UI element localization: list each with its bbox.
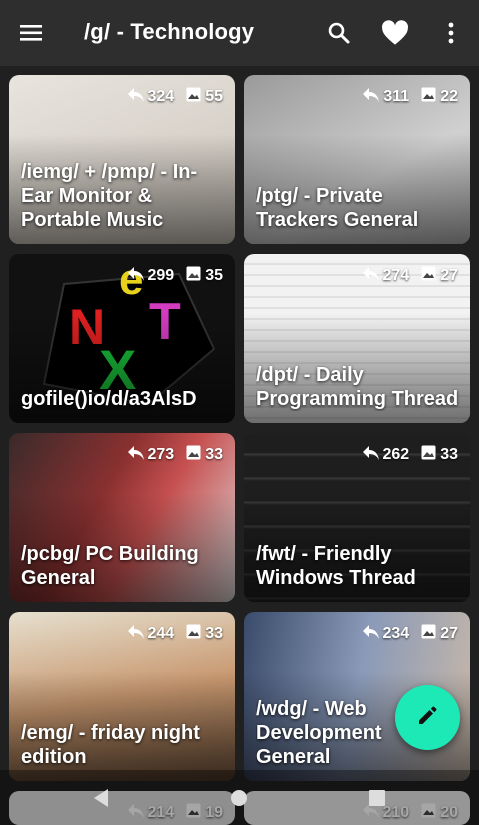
- reply-icon: [362, 445, 379, 465]
- image-count: 27: [440, 267, 458, 284]
- thread-title: /pcbg/ PC Building General: [21, 543, 199, 589]
- reply-icon: [127, 266, 144, 286]
- home-icon[interactable]: [230, 789, 248, 812]
- thread-stats: 273 33: [127, 445, 223, 465]
- menu-icon[interactable]: [20, 22, 44, 44]
- thread-title: /fwt/ - Friendly Windows Thread: [256, 543, 416, 589]
- image-count: 33: [205, 625, 223, 642]
- new-thread-button[interactable]: [395, 685, 460, 750]
- reply-count: 234: [382, 625, 410, 642]
- reply-icon: [127, 445, 144, 465]
- app-bar: /g/ - Technology: [0, 0, 479, 66]
- reply-icon: [362, 624, 379, 644]
- reply-count: 311: [383, 88, 410, 105]
- thread-stats: 274 27: [362, 266, 458, 286]
- image-count: 27: [440, 625, 458, 642]
- reply-icon: [127, 87, 144, 107]
- system-nav-bar: [0, 770, 479, 825]
- thread-title: gofile()io/d/a3AlsD: [21, 388, 197, 410]
- image-icon: [421, 87, 436, 107]
- thread-card[interactable]: 274 27 /dpt/ - Daily Programming Thread: [244, 254, 470, 423]
- image-icon: [421, 624, 436, 644]
- image-icon: [421, 445, 436, 465]
- search-icon[interactable]: [325, 19, 353, 47]
- thread-stats: 244 33: [127, 624, 223, 644]
- reply-count: 273: [147, 446, 175, 463]
- reply-count: 262: [382, 446, 410, 463]
- image-count: 35: [205, 267, 223, 284]
- image-icon: [186, 266, 201, 286]
- thread-title: /ptg/ - Private Trackers General: [256, 185, 419, 231]
- thread-card[interactable]: 324 55 /iemg/ + /pmp/ - In-Ear Monitor &…: [9, 75, 235, 244]
- thread-card[interactable]: 311 22 /ptg/ - Private Trackers General: [244, 75, 470, 244]
- thread-stats: 324 55: [127, 87, 223, 107]
- image-count: 33: [205, 446, 223, 463]
- thread-stats: 311 22: [363, 87, 458, 107]
- thread-card[interactable]: 244 33 /emg/ - friday night edition: [9, 612, 235, 781]
- recents-icon[interactable]: [368, 789, 386, 812]
- image-count: 33: [440, 446, 458, 463]
- thread-title: /dpt/ - Daily Programming Thread: [256, 364, 459, 410]
- thread-stats: 262 33: [362, 445, 458, 465]
- thread-card[interactable]: 262 33 /fwt/ - Friendly Windows Thread: [244, 433, 470, 602]
- more-vert-icon[interactable]: [437, 19, 465, 47]
- reply-count: 274: [382, 267, 410, 284]
- reply-count: 324: [147, 88, 175, 105]
- image-count: 55: [205, 88, 223, 105]
- image-icon: [186, 624, 201, 644]
- thread-title: /emg/ - friday night edition: [21, 722, 200, 768]
- reply-icon: [362, 266, 379, 286]
- reply-icon: [363, 87, 380, 107]
- thread-stats: 234 27: [362, 624, 458, 644]
- board-title: /g/ - Technology: [84, 19, 255, 44]
- thread-card[interactable]: e N T X 299 35 gofile()io/d/a3AlsD: [9, 254, 235, 423]
- thread-stats: 299 35: [127, 266, 223, 286]
- edit-icon: [416, 703, 440, 732]
- thread-title: /iemg/ + /pmp/ - In-Ear Monitor & Portab…: [21, 161, 198, 231]
- back-icon[interactable]: [92, 788, 110, 813]
- thread-card[interactable]: 273 33 /pcbg/ PC Building General: [9, 433, 235, 602]
- heart-icon[interactable]: [381, 19, 409, 47]
- reply-count: 244: [147, 625, 175, 642]
- image-count: 22: [440, 88, 458, 105]
- image-icon: [186, 445, 201, 465]
- reply-icon: [127, 624, 144, 644]
- image-icon: [421, 266, 436, 286]
- image-icon: [186, 87, 201, 107]
- reply-count: 299: [147, 267, 175, 284]
